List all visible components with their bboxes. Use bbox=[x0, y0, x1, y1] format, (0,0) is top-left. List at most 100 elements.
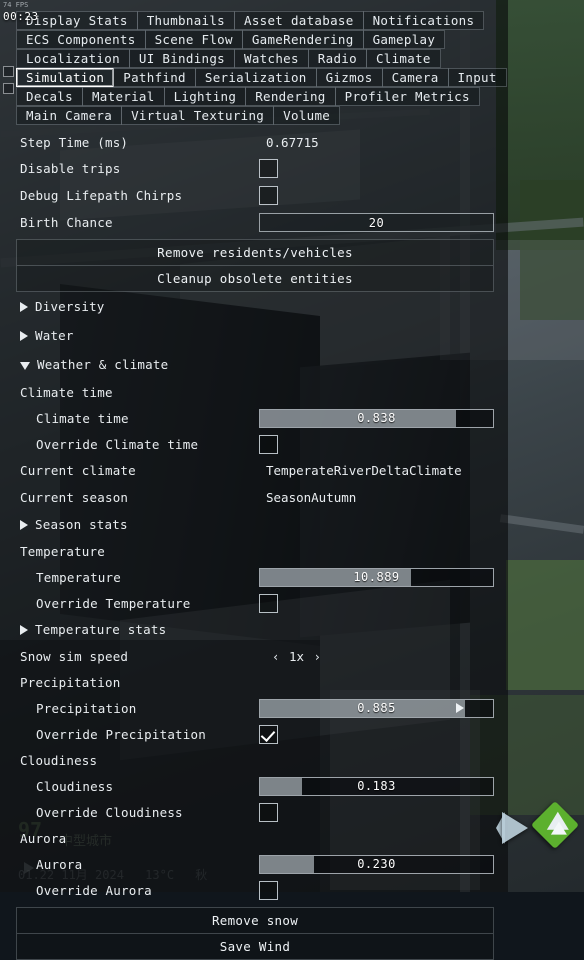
step-time-value: 0.67715 bbox=[266, 134, 319, 150]
aurora-slider[interactable]: 0.230 bbox=[259, 854, 494, 874]
aurora-slider-wrap: 0.230 bbox=[259, 854, 494, 874]
aurora-label: Aurora bbox=[36, 856, 83, 872]
row-diversity[interactable]: Diversity bbox=[0, 292, 508, 321]
debug-lifepath-chirps-checkbox[interactable] bbox=[259, 186, 278, 205]
hud-glyph-icon bbox=[3, 83, 14, 94]
tab-decals[interactable]: Decals bbox=[16, 87, 83, 106]
precipitation-group-label: Precipitation bbox=[20, 674, 121, 690]
override-aurora-checkbox[interactable] bbox=[259, 880, 278, 900]
climate-time-slider-wrap: 0.838 bbox=[259, 408, 494, 428]
temperature-label: Temperature bbox=[36, 569, 121, 585]
tab-input[interactable]: Input bbox=[447, 68, 507, 87]
tab-material[interactable]: Material bbox=[81, 87, 165, 106]
tab-pathfind[interactable]: Pathfind bbox=[113, 68, 196, 87]
precipitation-slider[interactable]: 0.885 bbox=[259, 698, 494, 718]
tab-lighting[interactable]: Lighting bbox=[163, 87, 247, 106]
weather-climate-foldout[interactable]: Weather & climate bbox=[20, 357, 168, 372]
precipitation-slider-handle[interactable] bbox=[456, 703, 465, 713]
temperature-slider[interactable]: 10.889 bbox=[259, 567, 494, 587]
tab-volume[interactable]: Volume bbox=[273, 106, 341, 125]
tab-virtual-texturing[interactable]: Virtual Texturing bbox=[121, 106, 275, 125]
row-climate-time: Climate time 0.838 bbox=[0, 405, 508, 431]
mountain-shape bbox=[550, 821, 567, 835]
water-foldout[interactable]: Water bbox=[20, 328, 74, 343]
remove-residents-vehicles-button[interactable]: Remove residents/vehicles bbox=[16, 239, 494, 266]
tab-ui-bindings[interactable]: UI Bindings bbox=[128, 49, 236, 68]
tab-gizmos[interactable]: Gizmos bbox=[315, 68, 383, 87]
save-wind-button[interactable]: Save Wind bbox=[16, 934, 494, 960]
row-temperature-group: Temperature bbox=[0, 538, 508, 564]
snow-sim-speed-prev-button[interactable]: ‹ bbox=[266, 649, 286, 664]
override-climate-time-checkbox[interactable] bbox=[259, 434, 278, 454]
step-time-label: Step Time (ms) bbox=[20, 134, 129, 150]
climate-time-label: Climate time bbox=[36, 410, 129, 426]
terrain-map-icon[interactable] bbox=[530, 800, 580, 850]
row-precipitation: Precipitation 0.885 bbox=[0, 695, 508, 721]
snow-sim-speed-label: Snow sim speed bbox=[20, 648, 129, 664]
chevron-right-icon bbox=[20, 330, 28, 341]
tab-simulation[interactable]: Simulation bbox=[16, 68, 115, 87]
tab-thumbnails[interactable]: Thumbnails bbox=[136, 11, 235, 30]
birth-chance-input[interactable]: 20 bbox=[259, 213, 494, 232]
tab-row-4: Simulation Pathfind Serialization Gizmos… bbox=[16, 68, 508, 87]
tab-rendering[interactable]: Rendering bbox=[245, 87, 336, 106]
climate-time-group-label: Climate time bbox=[20, 384, 113, 400]
chevron-right-icon bbox=[20, 301, 28, 312]
weather-climate-label: Weather & climate bbox=[37, 357, 169, 372]
tab-ecs-components[interactable]: ECS Components bbox=[16, 30, 146, 49]
tab-radio[interactable]: Radio bbox=[307, 49, 367, 68]
override-cloudiness-label: Override Cloudiness bbox=[36, 804, 183, 820]
row-override-aurora: Override Aurora bbox=[0, 877, 508, 903]
tab-camera[interactable]: Camera bbox=[381, 68, 449, 87]
override-temperature-checkbox[interactable] bbox=[259, 593, 278, 613]
row-override-precipitation: Override Precipitation bbox=[0, 721, 508, 747]
row-cloudiness: Cloudiness 0.183 bbox=[0, 773, 508, 799]
tab-asset-database[interactable]: Asset database bbox=[234, 11, 364, 30]
row-temperature: Temperature 10.889 bbox=[0, 564, 508, 590]
climate-time-slider[interactable]: 0.838 bbox=[259, 408, 494, 428]
tab-serialization[interactable]: Serialization bbox=[194, 68, 317, 87]
override-precipitation-checkbox[interactable] bbox=[259, 724, 278, 744]
tab-scene-flow[interactable]: Scene Flow bbox=[144, 30, 243, 49]
row-override-cloudiness: Override Cloudiness bbox=[0, 799, 508, 825]
remove-snow-button[interactable]: Remove snow bbox=[16, 907, 494, 934]
diversity-foldout[interactable]: Diversity bbox=[20, 299, 105, 314]
birth-chance-input-wrap: 20 bbox=[259, 213, 494, 232]
precipitation-label: Precipitation bbox=[36, 700, 137, 716]
temperature-stats-foldout[interactable]: Temperature stats bbox=[20, 622, 166, 637]
tab-gameplay[interactable]: Gameplay bbox=[362, 30, 446, 49]
season-stats-label: Season stats bbox=[35, 517, 128, 532]
tab-notifications[interactable]: Notifications bbox=[362, 11, 485, 30]
play-icon[interactable] bbox=[502, 812, 528, 844]
birth-chance-label: Birth Chance bbox=[20, 215, 113, 230]
snow-sim-speed-next-button[interactable]: › bbox=[308, 649, 328, 664]
tab-climate[interactable]: Climate bbox=[365, 49, 441, 68]
tab-row-2: ECS Components Scene Flow GameRendering … bbox=[16, 30, 508, 49]
disable-trips-checkbox[interactable] bbox=[259, 159, 278, 178]
cloudiness-value: 0.183 bbox=[357, 779, 396, 793]
tab-gamerendering[interactable]: GameRendering bbox=[241, 30, 364, 49]
tab-localization[interactable]: Localization bbox=[16, 49, 130, 68]
cleanup-obsolete-entities-button[interactable]: Cleanup obsolete entities bbox=[16, 266, 494, 292]
tab-main-camera[interactable]: Main Camera bbox=[16, 106, 123, 125]
row-disable-trips: Disable trips bbox=[0, 155, 508, 182]
tab-row-3: Localization UI Bindings Watches Radio C… bbox=[16, 49, 508, 68]
override-aurora-label: Override Aurora bbox=[36, 882, 152, 898]
row-weather-climate[interactable]: Weather & climate bbox=[0, 350, 508, 379]
row-temperature-stats[interactable]: Temperature stats bbox=[0, 616, 508, 643]
diversity-label: Diversity bbox=[35, 299, 105, 314]
snow-sim-speed-value: 1x bbox=[289, 648, 305, 664]
row-precipitation-group: Precipitation bbox=[0, 669, 508, 695]
tab-row-1: Display Stats Thumbnails Asset database … bbox=[16, 11, 508, 30]
chevron-right-icon bbox=[20, 519, 28, 530]
row-season-stats[interactable]: Season stats bbox=[0, 511, 508, 538]
cloudiness-slider[interactable]: 0.183 bbox=[259, 776, 494, 796]
tab-watches[interactable]: Watches bbox=[234, 49, 309, 68]
row-water[interactable]: Water bbox=[0, 321, 508, 350]
tab-profiler-metrics[interactable]: Profiler Metrics bbox=[334, 87, 480, 106]
season-stats-foldout[interactable]: Season stats bbox=[20, 517, 128, 532]
row-override-temperature: Override Temperature bbox=[0, 590, 508, 616]
row-cloudiness-group: Cloudiness bbox=[0, 747, 508, 773]
temperature-value: 10.889 bbox=[353, 570, 400, 584]
override-cloudiness-checkbox[interactable] bbox=[259, 802, 278, 822]
